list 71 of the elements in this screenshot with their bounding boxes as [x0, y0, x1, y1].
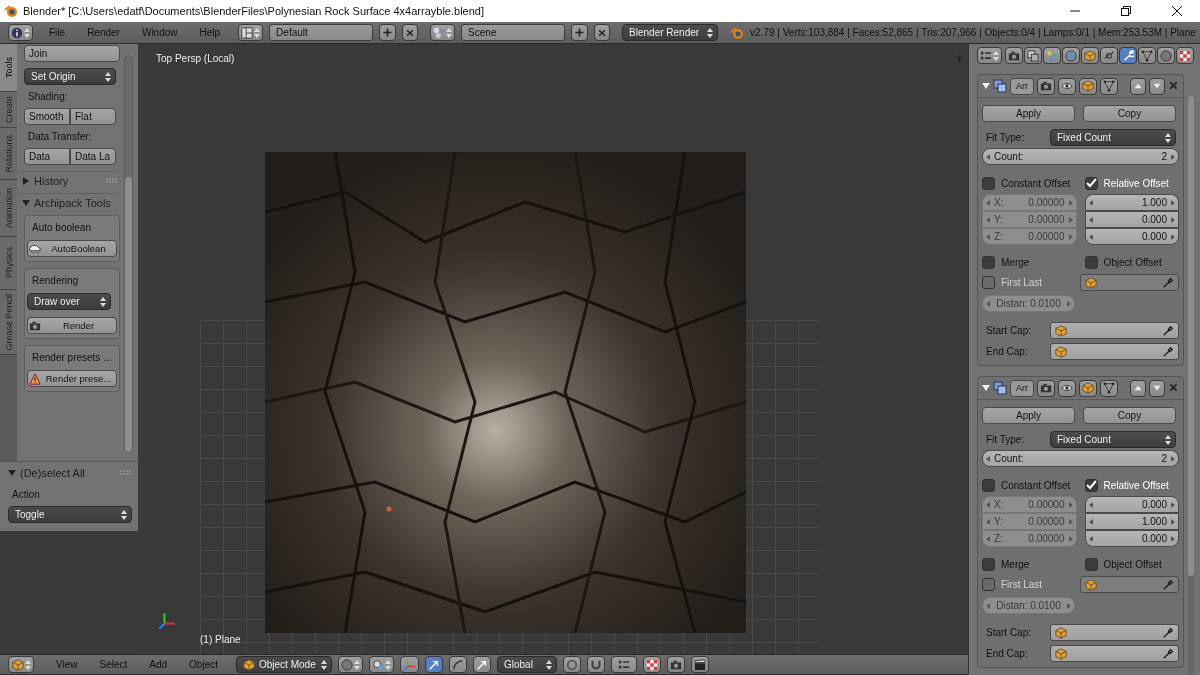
fit-type-label: Fit Type:	[985, 434, 1026, 445]
modifier-name-field[interactable]: Arr	[1010, 379, 1034, 397]
window-title: Blender* [C:\Users\edatf\Documents\BlenderFiles\Polynesian Rock Surface 4x4arrayble.blend]	[23, 5, 485, 17]
checkbox-label: Relative Offset	[1103, 178, 1169, 189]
offset-field[interactable]: X: 0.00000	[982, 194, 1077, 211]
join-button[interactable]: Join	[24, 45, 120, 62]
checkbox-label: Constant Offset	[1001, 178, 1071, 189]
offset-field[interactable]: Y: 0.00000	[982, 513, 1077, 530]
apply-button[interactable]: Apply	[982, 105, 1075, 122]
scene-statistics: v2.79 | Verts:103,884 | Faces:52,865 | Tris:207,966 | Objects:0/4 | Lamps:0/1 | Mem:253.53M | Plane	[750, 27, 1196, 38]
box-title: Render presets ...	[31, 352, 113, 363]
modifier-name-field[interactable]: Arr	[1010, 77, 1034, 95]
end-cap-label: End Cap:	[985, 648, 1029, 659]
start-cap-label: Start Cap:	[985, 325, 1033, 336]
box-title: Auto boolean	[31, 222, 92, 233]
offset-field[interactable]: 0.000	[1084, 496, 1179, 513]
offset-field[interactable]: Z: 0.00000	[982, 530, 1077, 547]
fit-type-label: Fit Type:	[985, 132, 1026, 143]
fit-type-dropdown[interactable]: Fixed Count	[1050, 431, 1176, 448]
mode-dropdown[interactable]: Object Mode	[236, 656, 332, 673]
offset-field[interactable]: 0.000	[1084, 211, 1179, 228]
apply-button[interactable]: Apply	[982, 407, 1075, 424]
section-title[interactable]: Archipack Tools	[34, 197, 111, 209]
data-transfer-label: Data Transfer:	[27, 131, 93, 142]
box-title: Rendering	[31, 275, 80, 286]
offset-field[interactable]: 0.000	[1084, 530, 1179, 547]
tool-button[interactable]: Render prese...	[27, 370, 117, 387]
offset-field[interactable]: Z: 0.00000	[982, 228, 1077, 245]
distance-field[interactable]: Distan: 0.0100	[982, 295, 1075, 312]
sidebar-tab[interactable]: Tools	[0, 44, 17, 92]
offset-field[interactable]: 1.000	[1084, 513, 1179, 530]
copy-button[interactable]: Copy	[1083, 105, 1176, 122]
start-cap-label: Start Cap:	[985, 627, 1033, 638]
3d-viewport[interactable]: Top Persp (Local) (1) Plane	[138, 44, 968, 654]
offset-field[interactable]: X: 0.00000	[982, 496, 1077, 513]
draw-mode-dropdown[interactable]: Draw over	[27, 293, 111, 310]
checkbox-label: Object Offset	[1103, 559, 1162, 570]
count-field[interactable]: Count: 2	[982, 148, 1179, 165]
action-label: Action	[11, 489, 41, 500]
fit-type-dropdown[interactable]: Fixed Count	[1050, 129, 1176, 146]
set-origin-dropdown[interactable]: Set Origin	[24, 68, 116, 85]
operator-title[interactable]: (De)select All	[20, 467, 85, 479]
data-transfer-button[interactable]: Data	[24, 148, 70, 165]
action-dropdown[interactable]: Toggle	[8, 506, 132, 523]
tool-button[interactable]: AutoBoolean	[27, 240, 117, 257]
scene-field[interactable]: Scene	[461, 24, 566, 41]
shading-button[interactable]: Smooth	[24, 108, 70, 125]
checkbox-label: First Last	[1001, 579, 1043, 590]
tool-button[interactable]: Render	[27, 317, 117, 334]
checkbox-label: Constant Offset	[1001, 480, 1071, 491]
offset-field[interactable]: 1.000	[1084, 194, 1179, 211]
checkbox-label: Relative Offset	[1103, 480, 1169, 491]
screen-layout-field[interactable]: Default	[269, 24, 374, 41]
shading-label: Shading:	[27, 91, 69, 102]
offset-field[interactable]: 0.000	[1084, 228, 1179, 245]
checkbox-label: Object Offset	[1103, 257, 1162, 268]
checkbox-label: First Last	[1001, 277, 1043, 288]
view-label: Top Persp (Local)	[156, 53, 235, 64]
shading-button[interactable]: Flat	[70, 108, 116, 125]
object-label: (1) Plane	[200, 634, 241, 645]
checkbox-label: Merge	[1001, 257, 1030, 268]
copy-button[interactable]: Copy	[1083, 407, 1176, 424]
offset-field[interactable]: Y: 0.00000	[982, 211, 1077, 228]
end-cap-label: End Cap:	[985, 346, 1029, 357]
count-field[interactable]: Count: 2	[982, 450, 1179, 467]
checkbox-label: Merge	[1001, 559, 1030, 570]
orientation-dropdown[interactable]: Global	[497, 656, 557, 673]
section-title[interactable]: History	[34, 175, 69, 187]
data-transfer-button[interactable]: Data La	[70, 148, 116, 165]
render-engine-dropdown[interactable]: Blender Render	[622, 24, 719, 41]
distance-field[interactable]: Distan: 0.0100	[982, 597, 1075, 614]
